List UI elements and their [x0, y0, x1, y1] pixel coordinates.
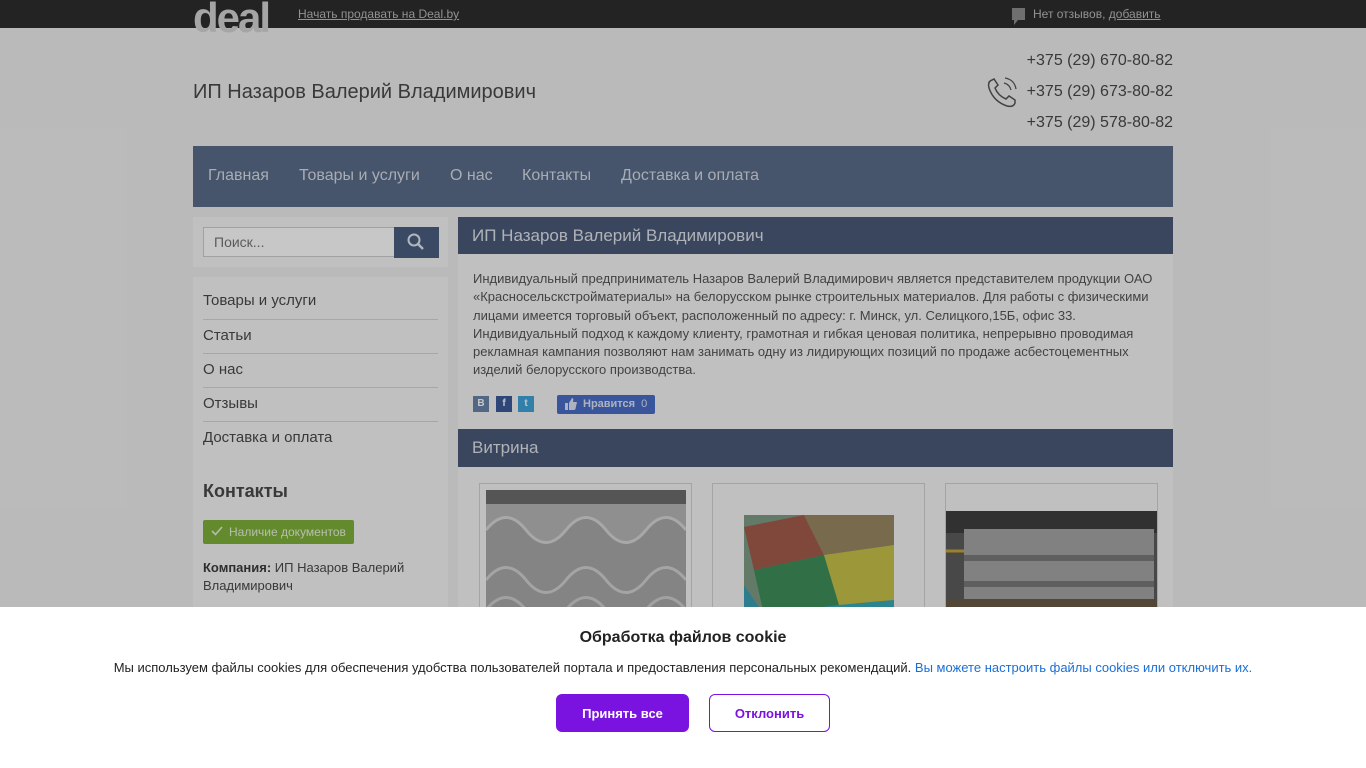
accept-all-button[interactable]: Принять все [556, 694, 689, 732]
cookie-settings-link[interactable]: Вы можете настроить файлы cookies или от… [915, 660, 1252, 675]
cookie-description: Мы используем файлы cookies для обеспече… [113, 660, 912, 675]
cookie-text: Мы используем файлы cookies для обеспече… [0, 660, 1366, 675]
decline-button[interactable]: Отклонить [709, 694, 830, 732]
modal-overlay [0, 0, 1366, 607]
cookie-banner: Обработка файлов cookie Мы используем фа… [0, 607, 1366, 768]
cookie-title: Обработка файлов cookie [579, 629, 787, 646]
